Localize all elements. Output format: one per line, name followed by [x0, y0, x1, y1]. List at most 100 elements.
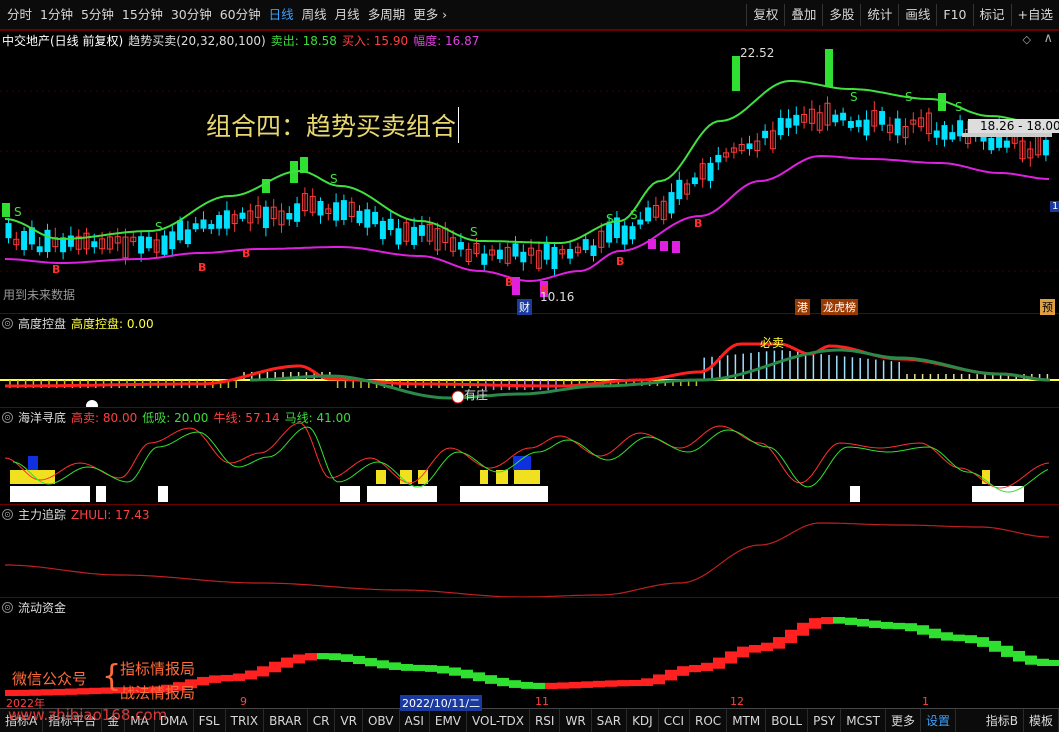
zhuli-panel[interactable]: ⊙ 主力追踪 ZHULI: 17.43: [0, 504, 1059, 598]
gaodu-chart[interactable]: [0, 314, 1059, 408]
indicator-tab-13[interactable]: VOL-TDX: [467, 708, 530, 732]
fund-step: [461, 669, 473, 679]
indicator-tab-25[interactable]: 设置: [921, 708, 956, 732]
toolbar-button-7[interactable]: +自选: [1010, 3, 1059, 26]
period-tab-1[interactable]: 1分钟: [36, 4, 77, 26]
gaodu-value: 高度控盘: 0.00: [71, 317, 154, 331]
period-tab-9[interactable]: 多周期: [364, 4, 410, 26]
indicator-tab-9[interactable]: VR: [335, 708, 363, 732]
period-tab-2[interactable]: 5分钟: [77, 4, 118, 26]
fund-step: [785, 629, 797, 644]
toolbar-button-3[interactable]: 统计: [860, 3, 898, 26]
financial-report-marker[interactable]: 财: [517, 299, 532, 315]
indicator-tab-20[interactable]: MTM: [727, 708, 767, 732]
toolbar-right-buttons: 复权 叠加 多股 统计 画线 F10 标记 +自选: [746, 0, 1059, 29]
indicator-tab-12[interactable]: EMV: [430, 708, 468, 732]
indicator-tab-15[interactable]: WR: [560, 708, 592, 732]
toolbar-button-5[interactable]: F10: [936, 3, 972, 26]
indicator-tab-11[interactable]: ASI: [400, 708, 430, 732]
candle-body: [785, 118, 792, 128]
period-tab-3[interactable]: 15分钟: [118, 4, 167, 26]
indicator-right-0[interactable]: 指标B: [981, 709, 1024, 732]
dragon-tiger-marker[interactable]: 龙虎榜: [821, 299, 858, 315]
toolbar-button-1[interactable]: 叠加: [784, 3, 822, 26]
price-range-bar: [962, 133, 1052, 137]
indicator-tab-14[interactable]: RSI: [530, 708, 561, 732]
candle-body: [847, 121, 854, 128]
indicator-right-1[interactable]: 模板: [1024, 709, 1059, 732]
candle-body: [145, 236, 152, 249]
wechat-label: 微信公众号: [12, 670, 88, 688]
signal-block-green: [732, 56, 740, 91]
indicator-tab-8[interactable]: CR: [308, 708, 336, 732]
gaodu-name[interactable]: 高度控盘: [18, 315, 66, 332]
candle-body: [949, 132, 956, 140]
indicator-tab-23[interactable]: MCST: [841, 708, 886, 732]
haiyang-name[interactable]: 海洋寻底: [18, 409, 66, 426]
indicator-tab-22[interactable]: PSY: [808, 708, 842, 732]
toolbar-button-4[interactable]: 画线: [898, 3, 936, 26]
chart-scroll-up-icon[interactable]: ◇: [1023, 33, 1031, 46]
fund-step: [257, 666, 269, 677]
candle-body: [21, 231, 28, 251]
fund-step: [641, 678, 653, 686]
haiyang-panel[interactable]: ⊙ 海洋寻底 高卖: 80.00 低吸: 20.00 牛线: 57.14 马线:…: [0, 407, 1059, 504]
indicator-tab-5[interactable]: FSL: [194, 708, 226, 732]
liudong-name[interactable]: 流动资金: [18, 599, 66, 616]
indicator-tab-6[interactable]: TRIX: [226, 708, 265, 732]
panel-settings-icon[interactable]: ⊙: [2, 412, 13, 423]
fund-step: [317, 653, 329, 660]
toolbar-button-0[interactable]: 复权: [746, 3, 784, 26]
panel-settings-icon[interactable]: ⊙: [2, 318, 13, 329]
period-tab-6[interactable]: 日线: [265, 4, 298, 26]
blue-block: [28, 456, 38, 470]
indicator-tab-19[interactable]: ROC: [690, 708, 728, 732]
period-tab-7[interactable]: 周线: [298, 4, 331, 26]
period-tab-0[interactable]: 分时: [3, 4, 36, 26]
candle-body: [317, 200, 324, 216]
period-tab-4[interactable]: 30分钟: [167, 4, 216, 26]
panel-settings-icon[interactable]: ⊙: [2, 509, 13, 520]
fund-step: [89, 687, 101, 695]
indicator-tab-10[interactable]: OBV: [363, 708, 400, 732]
period-tab-5[interactable]: 60分钟: [216, 4, 265, 26]
candle-body: [645, 207, 652, 222]
toolbar-button-2[interactable]: 多股: [822, 3, 860, 26]
signal-block: [2, 203, 10, 217]
candle-body: [863, 119, 870, 136]
candle-body: [356, 210, 363, 224]
indicator-tab-7[interactable]: BRAR: [264, 708, 308, 732]
period-tab-8[interactable]: 月线: [331, 4, 364, 26]
hk-marker[interactable]: 港: [795, 299, 810, 315]
toolbar-button-6[interactable]: 标记: [972, 3, 1011, 26]
indicator-tab-17[interactable]: KDJ: [627, 708, 659, 732]
fund-step: [797, 622, 809, 636]
main-chart-panel[interactable]: 中交地产(日线 前复权) 趋势买卖(20,32,80,100) 卖出: 18.5…: [0, 30, 1059, 315]
indicator-tab-21[interactable]: BOLL: [766, 708, 809, 732]
candle-body: [707, 162, 714, 181]
fund-step: [893, 622, 905, 630]
sell-signal-label: S: [606, 212, 614, 226]
indicator-tab-24[interactable]: 更多: [886, 708, 921, 732]
indicator-name[interactable]: 趋势买卖(20,32,80,100): [128, 32, 266, 49]
chart-collapse-icon[interactable]: ∧: [1043, 31, 1053, 46]
fund-step: [629, 679, 641, 687]
candlestick-chart[interactable]: SSSSS SS SSB BBBBBB: [0, 31, 1059, 314]
fund-step: [833, 617, 845, 624]
yellow-block: [480, 470, 488, 484]
gaodu-panel[interactable]: ⊙ 高度控盘 高度控盘: 0.00 必卖 有庄: [0, 313, 1059, 408]
liudong-panel[interactable]: ⊙ 流动资金 微信公众号 { 指标情报局 战法情报局 2022年 9 2022/…: [0, 597, 1059, 724]
forecast-marker[interactable]: 预: [1040, 299, 1055, 315]
candle-body: [418, 225, 425, 236]
period-tab-10[interactable]: 更多 ›: [409, 4, 451, 26]
sell-value: 卖出: 18.58: [270, 34, 337, 48]
panel-settings-icon[interactable]: ⊙: [2, 602, 13, 613]
zhuli-chart[interactable]: [0, 505, 1059, 598]
indicator-tab-16[interactable]: SAR: [592, 708, 628, 732]
fund-step: [1037, 658, 1049, 666]
zhuli-name[interactable]: 主力追踪: [18, 506, 66, 523]
fund-step: [677, 666, 689, 676]
candle-body: [216, 215, 223, 229]
indicator-tab-18[interactable]: CCI: [659, 708, 691, 732]
yellow-block: [418, 470, 428, 484]
